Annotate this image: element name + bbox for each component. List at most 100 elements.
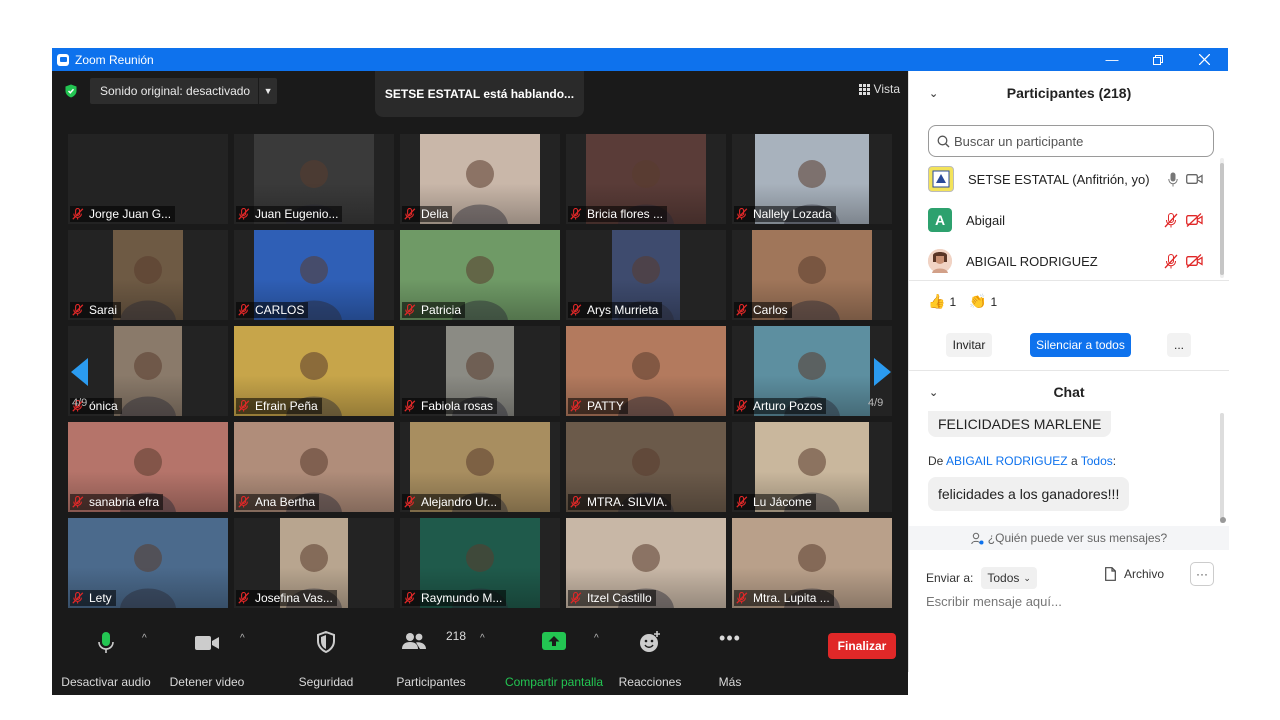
participant-video-tile[interactable]: Josefina Vas... bbox=[234, 518, 394, 608]
participant-video-tile[interactable]: Mtra. Lupita ... bbox=[732, 518, 892, 608]
participant-row[interactable]: ABIGAIL RODRIGUEZ bbox=[909, 242, 1219, 280]
participant-video-tile[interactable]: PATTY bbox=[566, 326, 726, 416]
reactions-button[interactable]: Reacciones bbox=[614, 623, 686, 695]
participant-video-tile[interactable]: MTRA. SILVIA. bbox=[566, 422, 726, 512]
participants-label: Participantes bbox=[396, 675, 466, 689]
participant-name-label: MTRA. SILVIA. bbox=[568, 494, 672, 510]
muted-microphone-icon bbox=[736, 496, 748, 508]
muted-microphone-icon bbox=[72, 208, 84, 220]
close-icon bbox=[1198, 54, 1210, 65]
participant-name: Jorge Juan G... bbox=[89, 207, 172, 221]
participant-video-tile[interactable]: Delia bbox=[400, 134, 560, 224]
collapse-chevron-icon[interactable]: ⌄ bbox=[929, 87, 938, 100]
participant-video-tile[interactable]: Carlos bbox=[732, 230, 892, 320]
end-meeting-button[interactable]: Finalizar bbox=[828, 633, 896, 659]
chevron-down-icon[interactable]: ▼ bbox=[258, 78, 277, 104]
who-can-see-label: ¿Quién puede ver sus mensajes? bbox=[987, 531, 1168, 545]
participant-name: Ana Bertha bbox=[255, 495, 316, 509]
to-word: a bbox=[1070, 454, 1078, 468]
mute-all-button[interactable]: Silenciar a todos bbox=[1030, 333, 1131, 357]
video-off-icon bbox=[1186, 254, 1203, 268]
participant-video-tile[interactable]: Patricia bbox=[400, 230, 560, 320]
participant-video-tile[interactable]: Lu Jácome bbox=[732, 422, 892, 512]
participant-search-input[interactable]: Buscar un participante bbox=[928, 125, 1214, 157]
participant-name-label: Arturo Pozos bbox=[734, 398, 827, 414]
close-button[interactable] bbox=[1181, 48, 1227, 71]
participants-button[interactable]: 218 Participantes bbox=[392, 623, 470, 695]
participants-count: 218 bbox=[446, 629, 467, 643]
chat-title: Chat bbox=[1053, 384, 1085, 400]
muted-microphone-icon bbox=[736, 304, 748, 316]
security-shield-icon bbox=[317, 631, 335, 653]
participant-video-tile[interactable]: Nallely Lozada bbox=[732, 134, 892, 224]
file-icon bbox=[1105, 567, 1116, 581]
participant-video-tile[interactable]: ónica bbox=[68, 326, 228, 416]
participant-video-tile[interactable]: Lety bbox=[68, 518, 228, 608]
muted-microphone-icon bbox=[238, 400, 250, 412]
share-options-caret[interactable]: ^ bbox=[594, 633, 599, 644]
participant-name: Juan Eugenio... bbox=[255, 207, 339, 221]
encryption-shield-icon[interactable] bbox=[64, 84, 78, 98]
audio-options-caret[interactable]: ^ bbox=[142, 633, 147, 644]
participant-video-tile[interactable]: Bricia flores ... bbox=[566, 134, 726, 224]
mute-audio-button[interactable]: Desactivar audio bbox=[60, 623, 152, 695]
participant-name: PATTY bbox=[587, 399, 624, 413]
avatar bbox=[928, 166, 954, 192]
participant-video-tile[interactable]: Itzel Castillo bbox=[566, 518, 726, 608]
send-to-dropdown[interactable]: Todos ⌄ bbox=[981, 567, 1037, 589]
participant-row[interactable]: SETSE ESTATAL (Anfitrión, yo) bbox=[909, 160, 1219, 198]
participant-name: Carlos bbox=[753, 303, 788, 317]
setse-logo-icon bbox=[932, 170, 950, 188]
share-screen-button[interactable]: Compartir pantalla bbox=[502, 623, 606, 695]
participant-video-tile[interactable]: Alejandro Ur... bbox=[400, 422, 560, 512]
minimize-button[interactable]: — bbox=[1089, 48, 1135, 71]
security-button[interactable]: Seguridad bbox=[292, 623, 360, 695]
muted-microphone-icon bbox=[238, 592, 250, 604]
camera-icon bbox=[195, 636, 219, 650]
participant-video-tile[interactable]: CARLOS bbox=[234, 230, 394, 320]
recipient-name[interactable]: Todos bbox=[1081, 454, 1113, 468]
participant-video-tile[interactable]: sanabria efra bbox=[68, 422, 228, 512]
more-label: Más bbox=[718, 675, 742, 689]
chevron-down-icon: ⌄ bbox=[1023, 572, 1031, 583]
video-options-caret[interactable]: ^ bbox=[240, 633, 245, 644]
participant-video-tile[interactable]: Jorge Juan G... bbox=[68, 134, 228, 224]
participants-scrollbar-thumb[interactable] bbox=[1220, 163, 1224, 275]
invite-button[interactable]: Invitar bbox=[946, 333, 992, 357]
more-button[interactable]: ••• Más bbox=[700, 623, 760, 695]
sender-name[interactable]: ABIGAIL RODRIGUEZ bbox=[946, 454, 1068, 468]
participant-row[interactable]: A Abigail bbox=[909, 201, 1219, 239]
participant-name-label: Jorge Juan G... bbox=[70, 206, 176, 222]
participants-more-button[interactable]: ... bbox=[1167, 333, 1191, 357]
original-sound-button[interactable]: Sonido original: desactivado ▼ bbox=[90, 78, 278, 104]
participant-name: Bricia flores ... bbox=[587, 207, 664, 221]
participant-video-tile[interactable]: Arys Murrieta bbox=[566, 230, 726, 320]
participant-video-tile[interactable]: Fabiola rosas bbox=[400, 326, 560, 416]
page-indicator-right: 4/9 bbox=[868, 397, 884, 409]
stop-video-button[interactable]: Detener video bbox=[164, 623, 250, 695]
previous-page-arrow[interactable] bbox=[71, 358, 88, 386]
participant-video-tile[interactable]: Efrain Peña bbox=[234, 326, 394, 416]
participant-name-label: Efrain Peña bbox=[236, 398, 322, 414]
reactions-smiley-icon bbox=[640, 631, 660, 652]
next-page-arrow[interactable] bbox=[874, 358, 891, 386]
participant-video-tile[interactable]: Juan Eugenio... bbox=[234, 134, 394, 224]
divider bbox=[909, 280, 1229, 281]
chat-more-button[interactable]: ··· bbox=[1190, 562, 1214, 586]
chat-message-input[interactable]: Escribir mensaje aquí... bbox=[926, 594, 1062, 609]
participant-video-tile[interactable]: Sarai bbox=[68, 230, 228, 320]
clap-reaction: 👏 1 bbox=[969, 293, 997, 310]
view-button[interactable]: Vista bbox=[858, 82, 900, 96]
collapse-chevron-icon[interactable]: ⌄ bbox=[929, 386, 938, 399]
restore-button[interactable] bbox=[1135, 48, 1181, 71]
participants-options-caret[interactable]: ^ bbox=[480, 633, 485, 644]
thumbs-up-count: 1 bbox=[949, 294, 957, 309]
participant-name: Efrain Peña bbox=[255, 399, 318, 413]
who-can-see-messages[interactable]: ¿Quién puede ver sus mensajes? bbox=[909, 526, 1229, 550]
participant-video-tile[interactable]: Raymundo M... bbox=[400, 518, 560, 608]
participant-name: Lu Jácome bbox=[753, 495, 812, 509]
file-button[interactable]: Archivo bbox=[1105, 567, 1164, 581]
chat-scrollbar-thumb[interactable] bbox=[1220, 413, 1224, 523]
participant-video-tile[interactable]: Ana Bertha bbox=[234, 422, 394, 512]
share-screen-icon bbox=[542, 632, 566, 650]
